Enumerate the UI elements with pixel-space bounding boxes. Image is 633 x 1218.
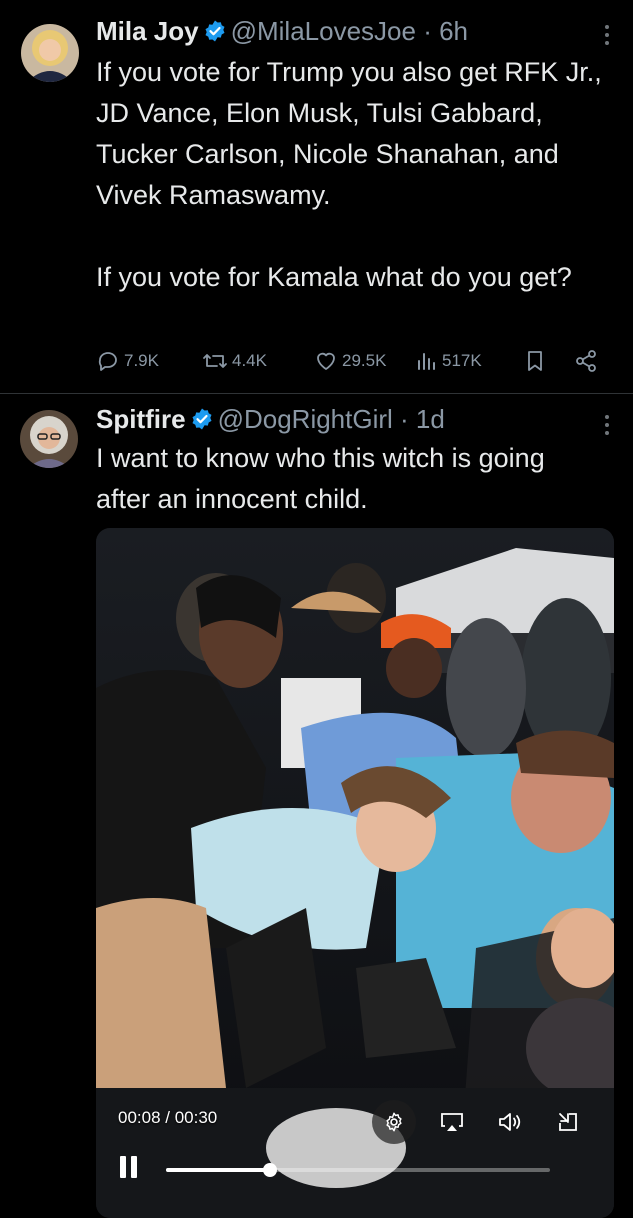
timestamp[interactable]: 1d (416, 404, 445, 434)
share-button[interactable] (574, 349, 598, 373)
repost-icon (203, 354, 227, 368)
airplay-icon (441, 1113, 463, 1131)
views-count: 517K (442, 351, 482, 370)
verified-badge-icon (190, 407, 214, 438)
tweet-1[interactable]: Mila Joy @MilaLovesJoe · 6h If you vote f… (0, 0, 633, 393)
timestamp[interactable]: 6h (439, 16, 468, 46)
more-icon[interactable] (603, 22, 611, 53)
volume-icon (499, 1113, 521, 1131)
reply-icon (98, 352, 117, 371)
share-icon (576, 350, 596, 372)
tweet-text: If you vote for Trump you also get RFK J… (96, 57, 602, 292)
airplay-button[interactable] (430, 1100, 474, 1144)
avatar-image (21, 24, 79, 82)
settings-button[interactable] (372, 1100, 416, 1144)
reply-button[interactable]: 7.9K (96, 349, 159, 373)
video-timecode: 00:08 / 00:30 (118, 1108, 218, 1127)
avatar[interactable] (20, 410, 78, 468)
avatar[interactable] (21, 24, 79, 82)
video-player[interactable]: 00:08 / 00:30 (96, 528, 614, 1218)
tweet-header: Spitfire @DogRightGirl · 1d (96, 404, 445, 438)
tweet-header: Mila Joy @MilaLovesJoe · 6h (96, 16, 468, 50)
display-name[interactable]: Mila Joy (96, 16, 199, 46)
exit-fullscreen-icon (559, 1113, 577, 1131)
reply-count: 7.9K (124, 351, 159, 370)
video-progress-bar[interactable] (166, 1163, 550, 1177)
tweet-text: I want to know who this witch is going a… (96, 443, 545, 514)
display-name[interactable]: Spitfire (96, 404, 186, 434)
user-handle[interactable]: @DogRightGirl (218, 404, 393, 434)
video-progress-fill (166, 1168, 270, 1172)
repost-button[interactable]: 4.4K (202, 349, 267, 373)
like-icon (317, 352, 335, 370)
avatar-image (20, 410, 78, 468)
bookmark-button[interactable] (524, 349, 546, 373)
like-button[interactable]: 29.5K (314, 349, 386, 373)
pause-icon[interactable] (118, 1156, 140, 1182)
bookmark-icon (528, 351, 542, 371)
views-icon (418, 353, 435, 370)
tweet-actions: 7.9K 4.4K 29.5K 517K (96, 349, 606, 379)
repost-count: 4.4K (232, 351, 267, 370)
exit-fullscreen-button[interactable] (546, 1100, 590, 1144)
volume-button[interactable] (488, 1100, 532, 1144)
user-handle[interactable]: @MilaLovesJoe (231, 16, 416, 46)
video-progress-handle[interactable] (262, 1163, 277, 1177)
verified-badge-icon (203, 19, 227, 50)
views-button[interactable]: 517K (414, 349, 482, 373)
like-count: 29.5K (342, 351, 387, 370)
settings-icon (386, 1112, 402, 1132)
